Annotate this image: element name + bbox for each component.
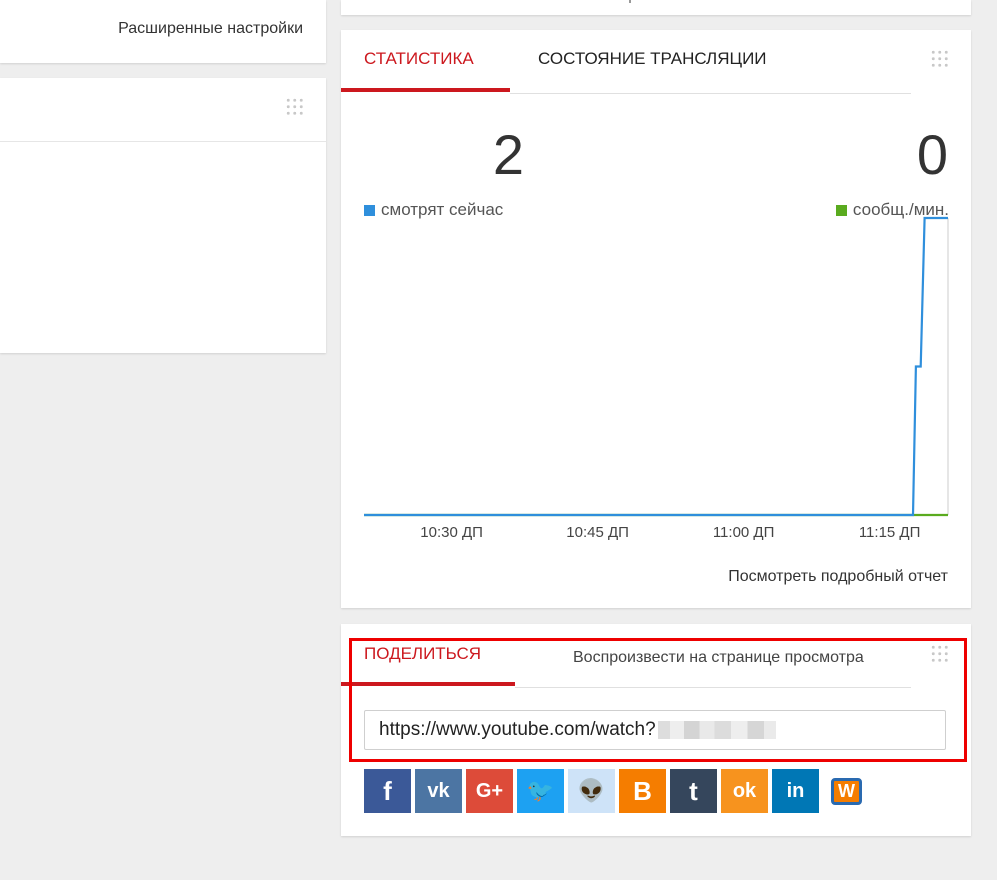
social-glyph: W — [831, 777, 862, 805]
blogger-icon[interactable]: B — [619, 769, 666, 813]
social-glyph: t — [689, 775, 698, 806]
left-widget-card — [0, 78, 326, 353]
social-glyph: B — [633, 775, 652, 806]
stats-card: СТАТИСТИКА СОСТОЯНИЕ ТРАНСЛЯЦИИ 2 0 смот… — [341, 30, 971, 608]
social-glyph: vk — [427, 779, 450, 802]
twitter-icon[interactable]: 🐦 — [517, 769, 564, 813]
social-glyph: 👽 — [577, 778, 606, 803]
x-tick-label: 10:30 ДП — [420, 524, 483, 541]
share-url-field[interactable]: https://www.youtube.com/watch? — [364, 710, 946, 750]
divider — [515, 687, 911, 688]
drag-handle-icon[interactable] — [285, 97, 305, 117]
x-tick-label: 11:00 ДП — [713, 524, 775, 541]
x-tick-label: 10:45 ДП — [566, 524, 629, 541]
tumblr-icon[interactable]: t — [670, 769, 717, 813]
share-card: ПОДЕЛИТЬСЯ Воспроизвести на странице про… — [341, 624, 971, 836]
social-share-buttons: f vk G+ 🐦 👽 Bt ok in W — [364, 769, 874, 813]
divider — [629, 0, 631, 3]
google-plus-icon[interactable]: G+ — [466, 769, 513, 813]
advanced-settings-link[interactable]: Расширенные настройки — [118, 20, 303, 38]
detailed-report-link[interactable]: Посмотреть подробный отчет — [728, 568, 948, 586]
linkedin-icon[interactable]: in — [772, 769, 819, 813]
tab-share[interactable]: ПОДЕЛИТЬСЯ — [364, 644, 481, 664]
series-line-0 — [364, 216, 948, 517]
vk-icon[interactable]: vk — [415, 769, 462, 813]
social-glyph: G+ — [475, 779, 504, 802]
viewers-chart: 10:30 ДП 10:45 ДП 11:00 ДП 11:15 ДП — [364, 216, 949, 541]
divider — [0, 141, 326, 142]
social-glyph: in — [786, 779, 805, 802]
top-right-card — [341, 0, 971, 15]
share-url-text: https://www.youtube.com/watch? — [379, 719, 656, 740]
facebook-icon[interactable]: f — [364, 769, 411, 813]
tab-play-on-watch-page[interactable]: Воспроизвести на странице просмотра — [573, 649, 864, 667]
reddit-icon[interactable]: 👽 — [568, 769, 615, 813]
x-tick-label: 11:15 ДП — [859, 524, 921, 541]
advanced-settings-card: Расширенные настройки — [0, 0, 326, 63]
drag-handle-icon[interactable] — [930, 644, 950, 664]
redacted-video-id — [657, 720, 776, 739]
social-glyph: ok — [732, 779, 757, 802]
social-glyph: f — [383, 775, 392, 806]
active-tab-indicator — [341, 682, 515, 686]
odnoklassniki-icon[interactable]: ok — [721, 769, 768, 813]
social-glyph: 🐦 — [526, 778, 555, 803]
mail-ru-icon[interactable]: W — [823, 769, 870, 813]
